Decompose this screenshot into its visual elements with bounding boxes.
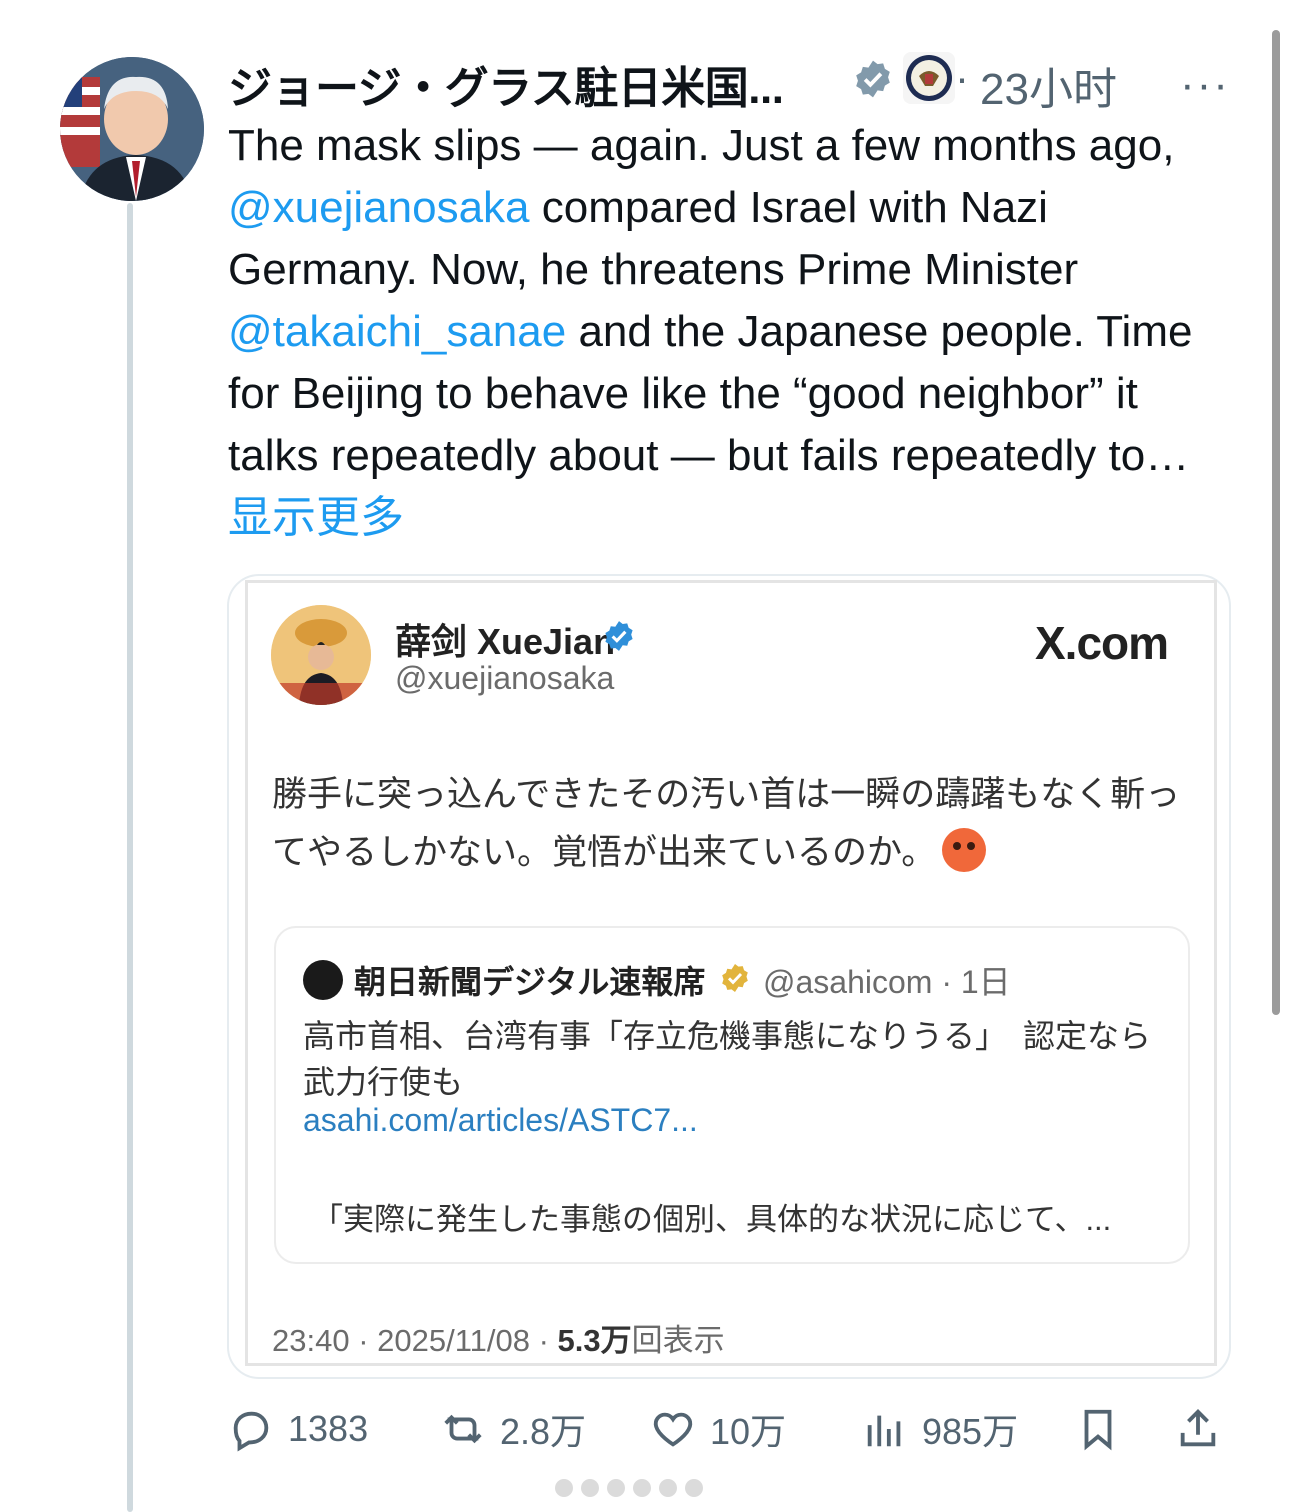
retweet-icon xyxy=(444,1414,482,1444)
quote-text: 高市首相、台湾有事「存立危機事態になりうる」 認定なら武力行使も xyxy=(303,1018,1152,1100)
author-photo xyxy=(60,57,204,201)
show-more-link[interactable]: 显示更多 xyxy=(228,493,404,542)
embedded-post-footer: 23:40 · 2025/11/08 · 5.3万回表示 xyxy=(272,1315,725,1360)
quote-excerpt: 「実際に発生した事態の個別、具体的な状況に応じて、... xyxy=(312,1202,1112,1237)
quote-handle-time: @asahicom · 1日 xyxy=(763,964,1011,1000)
quote-link: asahi.com/articles/ASTC7... xyxy=(303,1102,698,1138)
separator-dot: · xyxy=(955,54,969,101)
like-button[interactable]: 10万 xyxy=(650,1404,786,1454)
site-label: X.com xyxy=(1035,617,1169,669)
scrollbar[interactable] xyxy=(1272,30,1280,1015)
retweet-button[interactable]: 2.8万 xyxy=(440,1404,586,1454)
reply-button[interactable]: 1383 xyxy=(228,1404,368,1454)
embedded-avatar xyxy=(271,605,371,705)
quote-author-name: 朝日新聞デジタル速報席 xyxy=(354,964,706,1000)
share-icon xyxy=(1180,1409,1216,1447)
embedded-author-name: 薛剑 XueJian xyxy=(395,621,616,662)
blue-verified-badge-icon xyxy=(605,621,633,651)
like-count: 10万 xyxy=(710,1411,787,1452)
reply-icon xyxy=(233,1411,269,1452)
gold-verified-badge-icon xyxy=(722,964,748,992)
embedded-post-text: 勝手に突っ込んできたその汚い首は一瞬の躊躇もなく斬ってやるしかない。覚悟が出来て… xyxy=(272,766,1202,882)
tweet-text-part: The mask slips — again. Just a few month… xyxy=(228,121,1175,170)
heart-icon xyxy=(653,1412,693,1447)
embedded-timestamp: 23:40 · 2025/11/08 · xyxy=(272,1323,558,1358)
embedded-author-handle: @xuejianosaka xyxy=(395,660,615,696)
more-options-icon[interactable]: ··· xyxy=(1180,60,1230,110)
bookmark-button[interactable] xyxy=(1075,1404,1121,1454)
quote-avatar xyxy=(303,960,343,1000)
post-timestamp[interactable]: 23小时 xyxy=(980,53,1117,117)
embedded-view-count: 5.3万 xyxy=(557,1323,632,1358)
author-avatar[interactable] xyxy=(60,57,204,201)
embedded-view-label: 回表示 xyxy=(631,1323,725,1358)
bookmark-icon xyxy=(1084,1409,1112,1451)
gray-verified-badge-icon xyxy=(856,60,890,98)
author-name[interactable]: ジョージ・グラス駐日米国... xyxy=(228,52,784,116)
affiliation-seal-icon[interactable] xyxy=(903,52,955,104)
analytics-icon xyxy=(867,1415,901,1447)
mention-link[interactable]: @xuejianosaka xyxy=(228,183,530,232)
thread-line xyxy=(127,203,133,1512)
views-button[interactable]: 985万 xyxy=(862,1404,1018,1454)
embedded-post-body: 勝手に突っ込んできたその汚い首は一瞬の躊躇もなく斬ってやるしかない。覚悟が出来て… xyxy=(272,775,1181,872)
retweet-count: 2.8万 xyxy=(500,1411,587,1452)
reply-count: 1383 xyxy=(288,1408,369,1449)
angry-face-emoji-icon xyxy=(942,828,987,872)
view-count: 985万 xyxy=(922,1411,1019,1452)
share-button[interactable] xyxy=(1175,1404,1221,1454)
mention-link[interactable]: @takaichi_sanae xyxy=(228,307,566,356)
tweet-text: The mask slips — again. Just a few month… xyxy=(228,115,1233,549)
watermark-decoration xyxy=(555,1473,735,1503)
